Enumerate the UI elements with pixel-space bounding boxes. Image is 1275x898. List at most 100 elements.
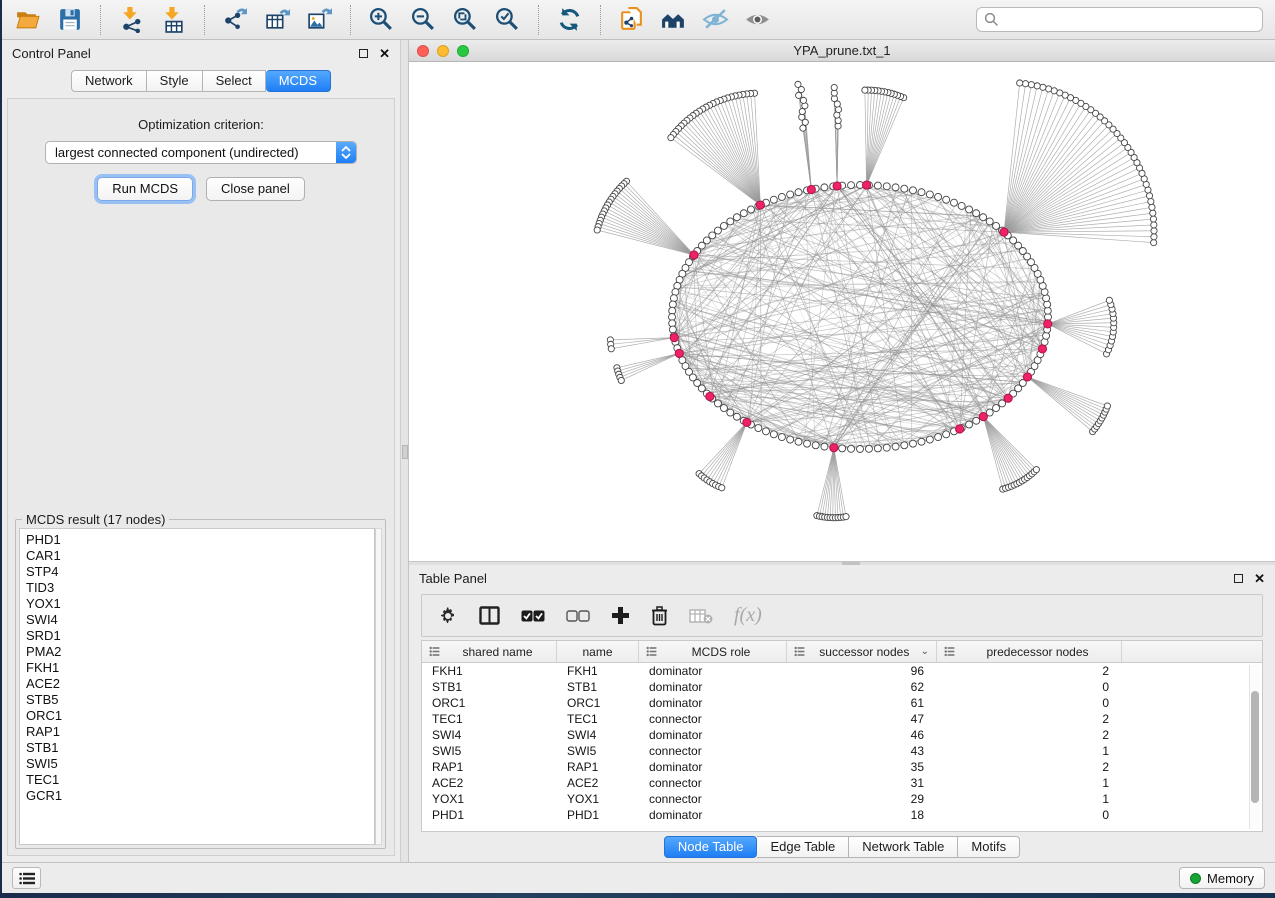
mcds-hub-node[interactable] — [756, 201, 764, 209]
network-node[interactable] — [787, 436, 794, 443]
mcds-hub-node[interactable] — [1023, 373, 1031, 381]
network-node[interactable] — [1148, 198, 1154, 204]
mcds-result-item[interactable]: SWI4 — [26, 612, 374, 628]
tab-network[interactable]: Network — [71, 70, 147, 92]
network-node[interactable] — [1150, 216, 1156, 222]
open-file-icon[interactable] — [14, 6, 41, 33]
mcds-hub-node[interactable] — [979, 413, 987, 421]
network-node[interactable] — [1034, 83, 1040, 89]
task-history-button[interactable] — [12, 867, 41, 889]
run-mcds-button[interactable]: Run MCDS — [97, 177, 193, 201]
network-node[interactable] — [787, 191, 794, 198]
network-node[interactable] — [874, 445, 881, 452]
network-node[interactable] — [980, 214, 987, 221]
network-node[interactable] — [935, 434, 942, 441]
network-node[interactable] — [799, 108, 805, 114]
network-node[interactable] — [763, 428, 770, 435]
tab-select[interactable]: Select — [203, 70, 266, 92]
network-node[interactable] — [618, 377, 624, 383]
chevron-down-icon[interactable]: ⌄ — [921, 646, 929, 657]
network-node[interactable] — [795, 189, 802, 196]
network-node[interactable] — [909, 187, 916, 194]
zoom-in-icon[interactable] — [368, 6, 395, 33]
tab-edge-table[interactable]: Edge Table — [757, 836, 849, 858]
network-node[interactable] — [901, 185, 908, 192]
mcds-result-item[interactable]: ACE2 — [26, 676, 374, 692]
mcds-result-item[interactable]: STB5 — [26, 692, 374, 708]
network-node[interactable] — [843, 514, 849, 520]
mcds-result-item[interactable]: PHD1 — [26, 532, 374, 548]
network-node[interactable] — [909, 440, 916, 447]
close-panel-icon[interactable]: ✕ — [1254, 572, 1265, 585]
mcds-result-item[interactable]: SWI5 — [26, 756, 374, 772]
mcds-hub-node[interactable] — [690, 251, 698, 259]
splitter-grip[interactable] — [842, 562, 860, 565]
table-row[interactable]: ACE2ACE2connector311 — [422, 775, 1262, 791]
column-header-predecessor-nodes[interactable]: predecessor nodes — [937, 641, 1122, 662]
network-node[interactable] — [770, 196, 777, 203]
tab-motifs[interactable]: Motifs — [958, 836, 1020, 858]
column-header-shared-name[interactable]: shared name — [422, 641, 557, 662]
network-node[interactable] — [993, 405, 1000, 412]
mcds-hub-node[interactable] — [1038, 345, 1046, 353]
table-row[interactable]: YOX1YOX1connector291 — [422, 791, 1262, 807]
network-node[interactable] — [727, 409, 734, 416]
select-all-checkboxes-icon[interactable] — [521, 610, 545, 622]
network-node[interactable] — [1017, 80, 1023, 86]
settings-gear-icon[interactable] — [438, 606, 458, 626]
delete-column-icon[interactable] — [651, 606, 668, 626]
network-node[interactable] — [720, 222, 727, 229]
network-node[interactable] — [770, 431, 777, 438]
mcds-result-item[interactable]: FKH1 — [26, 660, 374, 676]
mcds-hub-node[interactable] — [675, 349, 683, 357]
network-node[interactable] — [926, 191, 933, 198]
network-node[interactable] — [795, 438, 802, 445]
hide-selected-icon[interactable] — [702, 6, 729, 33]
table-row[interactable]: RAP1RAP1dominator352 — [422, 759, 1262, 775]
network-node[interactable] — [831, 84, 837, 90]
import-table-icon[interactable] — [160, 6, 187, 33]
network-node[interactable] — [892, 443, 899, 450]
network-node[interactable] — [857, 446, 864, 453]
tab-network-table[interactable]: Network Table — [849, 836, 958, 858]
mcds-result-item[interactable]: CAR1 — [26, 548, 374, 564]
mcds-result-item[interactable]: YOX1 — [26, 596, 374, 612]
table-row[interactable]: SWI4SWI4dominator462 — [422, 727, 1262, 743]
network-node[interactable] — [883, 183, 890, 190]
show-all-icon[interactable] — [744, 6, 771, 33]
zoom-fit-icon[interactable] — [452, 6, 479, 33]
horizontal-splitter[interactable] — [409, 561, 1275, 565]
import-network-icon[interactable] — [118, 6, 145, 33]
column-header-successor-nodes[interactable]: successor nodes⌄ — [787, 641, 937, 662]
mcds-hub-node[interactable] — [862, 181, 870, 189]
network-node[interactable] — [608, 346, 614, 352]
table-row[interactable]: TEC1TEC1connector472 — [422, 711, 1262, 727]
mcds-hub-node[interactable] — [670, 334, 678, 342]
network-node[interactable] — [804, 440, 811, 447]
network-node[interactable] — [778, 193, 785, 200]
mcds-result-item[interactable]: ORC1 — [26, 708, 374, 724]
table-row[interactable]: FKH1FKH1dominator962 — [422, 663, 1262, 679]
network-node[interactable] — [883, 444, 890, 451]
network-node[interactable] — [714, 400, 721, 407]
mcds-hub-node[interactable] — [830, 444, 838, 452]
network-node[interactable] — [848, 445, 855, 452]
network-node[interactable] — [821, 443, 828, 450]
mcds-hub-node[interactable] — [1004, 394, 1012, 402]
network-node[interactable] — [1150, 210, 1156, 216]
mcds-result-item[interactable]: STB1 — [26, 740, 374, 756]
column-selector-icon[interactable] — [479, 606, 500, 625]
refresh-icon[interactable] — [556, 6, 583, 33]
network-node[interactable] — [951, 199, 958, 206]
mcds-list-scrollbar[interactable] — [375, 528, 382, 845]
vertical-splitter[interactable] — [400, 40, 409, 862]
network-node[interactable] — [1104, 403, 1110, 409]
network-node[interactable] — [966, 206, 973, 213]
mcds-result-list[interactable]: PHD1CAR1STP4TID3YOX1SWI4SRD1PMA2FKH1ACE2… — [19, 528, 375, 845]
network-node[interactable] — [1146, 193, 1152, 199]
network-node[interactable] — [874, 182, 881, 189]
close-panel-icon[interactable]: ✕ — [379, 47, 390, 60]
network-node[interactable] — [720, 405, 727, 412]
network-node[interactable] — [993, 222, 1000, 229]
mcds-hub-node[interactable] — [706, 392, 714, 400]
